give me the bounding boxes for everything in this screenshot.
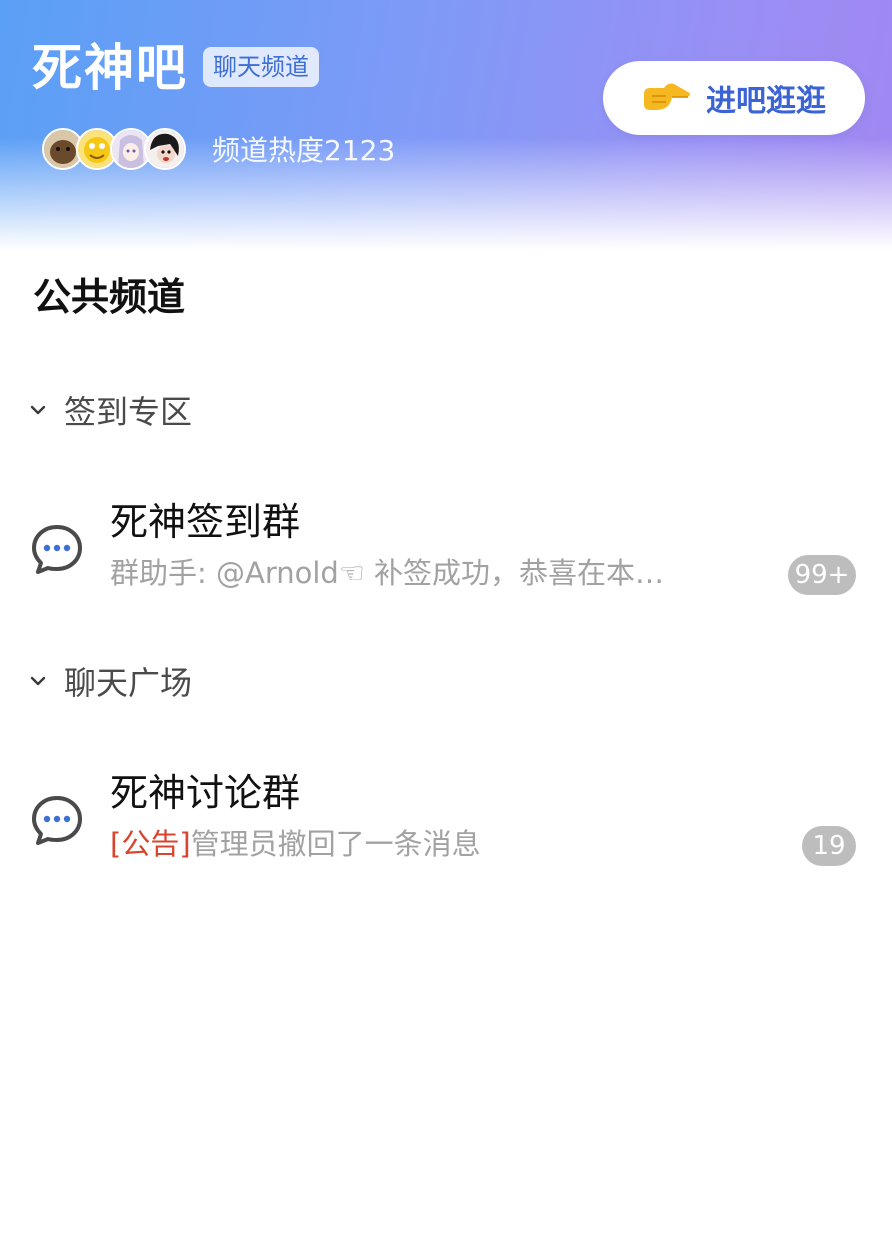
public-channels-title: 公共频道: [33, 275, 186, 319]
channel-heat: 频道热度2123: [212, 134, 396, 167]
channel-type-tag: 聊天频道: [203, 47, 319, 87]
unread-count-badge: 99+: [788, 555, 856, 595]
page-title: 死神吧: [32, 39, 188, 97]
chevron-down-icon: [30, 676, 46, 686]
channel-name: 死神讨论群: [110, 771, 301, 815]
message-preview-text: 管理员撤回了一条消息: [190, 827, 481, 861]
chevron-down-icon: [30, 405, 46, 415]
enter-forum-button[interactable]: 进吧逛逛: [603, 61, 865, 135]
channel-item[interactable]: 死神讨论群 [公告]管理员撤回了一条消息 19: [0, 768, 892, 878]
channel-item[interactable]: 死神签到群 群助手: @Arnold☜ 补签成功，恭喜在本… 99+: [0, 497, 892, 607]
group-header-checkin[interactable]: 签到专区: [28, 388, 192, 432]
group-label: 签到专区: [64, 393, 193, 431]
chat-bubble-icon: [32, 796, 82, 845]
avatar: [144, 128, 186, 170]
channel-last-message: [公告]管理员撤回了一条消息: [110, 824, 750, 864]
announcement-tag: [公告]: [110, 827, 191, 861]
channel-header: 死神吧 聊天频道 频道热度2123 进吧逛逛: [0, 0, 892, 250]
group-header-chat-square[interactable]: 聊天广场: [28, 659, 192, 703]
channel-name: 死神签到群: [110, 500, 301, 544]
chat-bubble-icon: [32, 525, 82, 574]
channel-last-message: 群助手: @Arnold☜ 补签成功，恭喜在本…: [110, 553, 750, 593]
enter-forum-label: 进吧逛逛: [706, 84, 826, 119]
pointing-hand-icon: [644, 83, 690, 110]
member-avatars[interactable]: [42, 128, 192, 170]
message-preview-text: 群助手: @Arnold☜ 补签成功，恭喜在本…: [110, 556, 665, 590]
unread-count-badge: 19: [802, 826, 856, 866]
group-label: 聊天广场: [64, 664, 193, 702]
